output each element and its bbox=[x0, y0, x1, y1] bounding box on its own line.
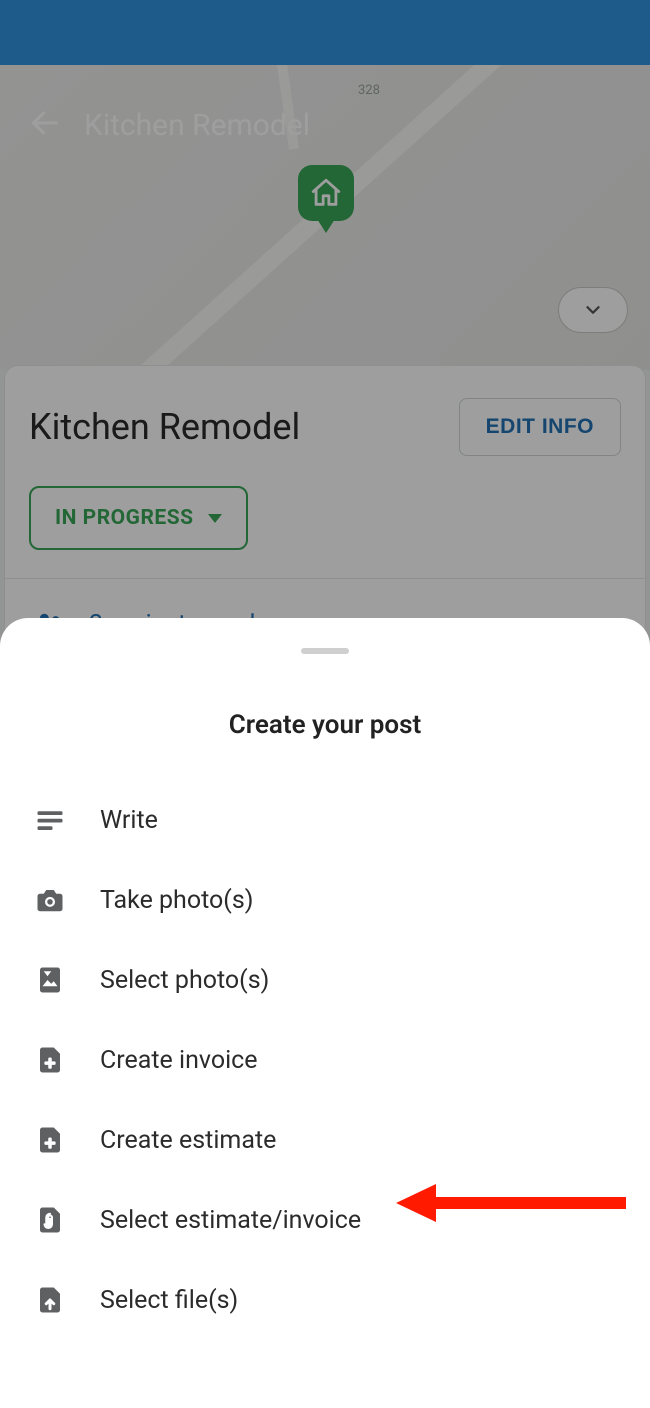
option-select-estimate-invoice[interactable]: Select estimate/invoice bbox=[0, 1180, 650, 1260]
option-create-estimate[interactable]: Create estimate bbox=[0, 1100, 650, 1180]
option-label: Create estimate bbox=[100, 1126, 276, 1155]
status-bar bbox=[0, 0, 650, 65]
option-select-files[interactable]: Select file(s) bbox=[0, 1260, 650, 1340]
file-attach-icon bbox=[34, 1204, 66, 1236]
file-plus-icon bbox=[34, 1044, 66, 1076]
option-label: Select file(s) bbox=[100, 1286, 238, 1315]
option-select-photo[interactable]: Select photo(s) bbox=[0, 940, 650, 1020]
sheet-options: Write Take photo(s) Select photo(s) Crea… bbox=[0, 780, 650, 1340]
option-label: Write bbox=[100, 806, 158, 835]
option-label: Take photo(s) bbox=[100, 886, 253, 915]
camera-icon bbox=[34, 884, 66, 916]
option-label: Select photo(s) bbox=[100, 966, 269, 995]
option-label: Create invoice bbox=[100, 1046, 258, 1075]
option-label: Select estimate/invoice bbox=[100, 1206, 361, 1235]
photo-library-icon bbox=[34, 964, 66, 996]
option-create-invoice[interactable]: Create invoice bbox=[0, 1020, 650, 1100]
sheet-grabber[interactable] bbox=[301, 648, 349, 654]
create-post-sheet: Create your post Write Take photo(s) Sel… bbox=[0, 618, 650, 1408]
sheet-title: Create your post bbox=[0, 710, 650, 740]
file-upload-icon bbox=[34, 1284, 66, 1316]
option-write[interactable]: Write bbox=[0, 780, 650, 860]
text-lines-icon bbox=[34, 804, 66, 836]
option-take-photo[interactable]: Take photo(s) bbox=[0, 860, 650, 940]
screen: 328 Kitchen Remodel Kitchen Remodel EDIT… bbox=[0, 65, 650, 1408]
file-plus-icon bbox=[34, 1124, 66, 1156]
